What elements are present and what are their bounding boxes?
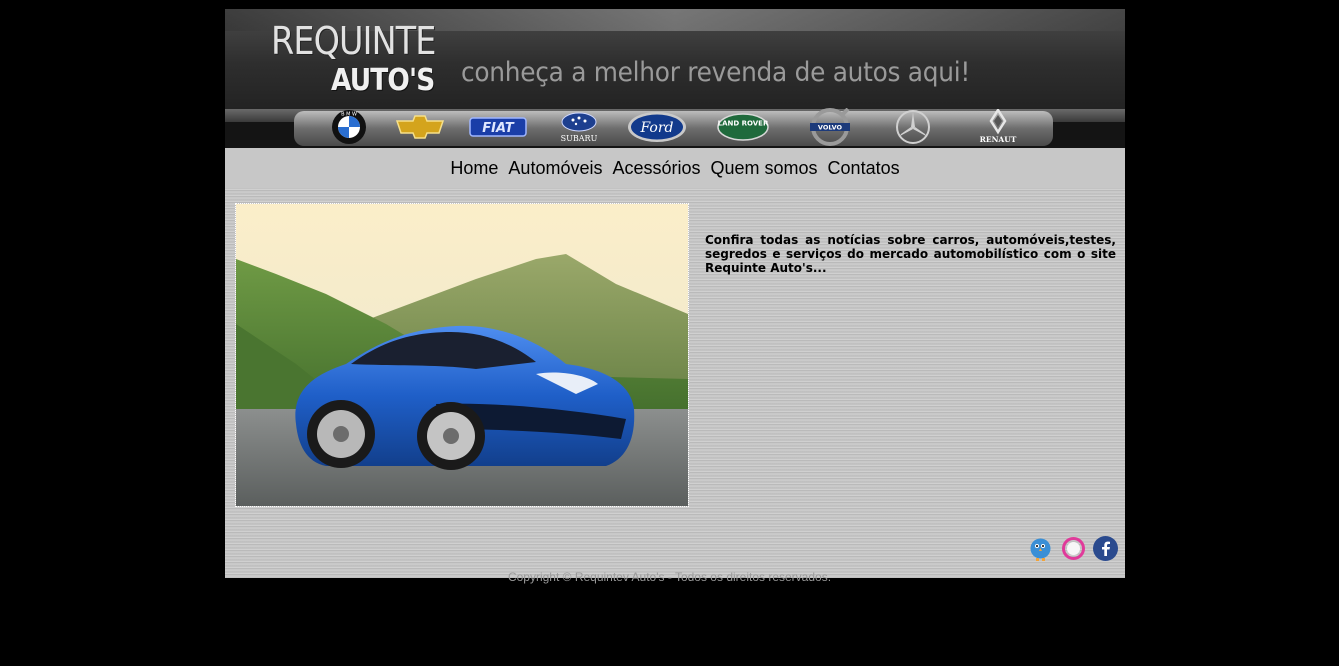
nav-item-quem-somos[interactable]: Quem somos — [711, 158, 818, 179]
renault-logo-icon[interactable]: RENAUT — [978, 109, 1018, 144]
featured-car-photo — [235, 203, 689, 507]
ford-logo-icon[interactable]: Ford — [627, 111, 687, 143]
renault-logo-label: RENAUT — [980, 135, 1017, 144]
brand-logo-bar: B M W FIAT SUBARU Ford LAND ROVER VOLVO … — [225, 108, 1125, 148]
volvo-logo-icon[interactable]: VOLVO — [808, 108, 852, 146]
subaru-logo-label: SUBARU — [561, 134, 598, 143]
page-wrapper: REQUINTE AUTO'S conheça a melhor revenda… — [225, 9, 1125, 578]
logo-text-autos[interactable]: AUTO'S — [331, 63, 435, 98]
mercedes-logo-icon[interactable] — [892, 110, 934, 144]
fiat-logo-label: FIAT — [482, 121, 515, 136]
nav-item-acessorios[interactable]: Acessórios — [612, 158, 700, 179]
bmw-logo-label: B M W — [341, 112, 357, 118]
nav-item-home[interactable]: Home — [450, 158, 498, 179]
ford-logo-label: Ford — [639, 120, 673, 136]
volvo-logo-label: VOLVO — [818, 124, 843, 132]
logo-text-requinte[interactable]: REQUINTE — [271, 19, 436, 63]
footer-copyright: Copyright © Requintev Auto's - Todos os … — [507, 570, 832, 584]
orkut-icon[interactable] — [1060, 535, 1087, 562]
site-header: REQUINTE AUTO'S conheça a melhor revenda… — [225, 9, 1125, 109]
facebook-icon[interactable] — [1092, 535, 1119, 562]
chevrolet-logo-icon[interactable] — [394, 111, 446, 143]
header-tagline: conheça a melhor revenda de autos aqui! — [461, 57, 971, 88]
main-content: Home Automóveis Acessórios Quem somos Contat… — [225, 148, 1125, 578]
twitter-bird-icon[interactable] — [1027, 535, 1054, 562]
fiat-logo-icon[interactable]: FIAT — [469, 111, 527, 143]
land-rover-logo-label: LAND ROVER — [718, 120, 769, 128]
nav-item-automoveis[interactable]: Automóveis — [508, 158, 602, 179]
nav-item-contatos[interactable]: Contatos — [828, 158, 900, 179]
land-rover-logo-icon[interactable]: LAND ROVER — [717, 111, 769, 143]
bmw-logo-icon[interactable]: B M W — [331, 110, 367, 144]
intro-text: Confira todas as notícias sobre carros, … — [705, 233, 1116, 275]
main-navigation: Home Automóveis Acessórios Quem somos Contat… — [225, 148, 1125, 188]
subaru-logo-icon[interactable]: SUBARU — [558, 111, 600, 143]
